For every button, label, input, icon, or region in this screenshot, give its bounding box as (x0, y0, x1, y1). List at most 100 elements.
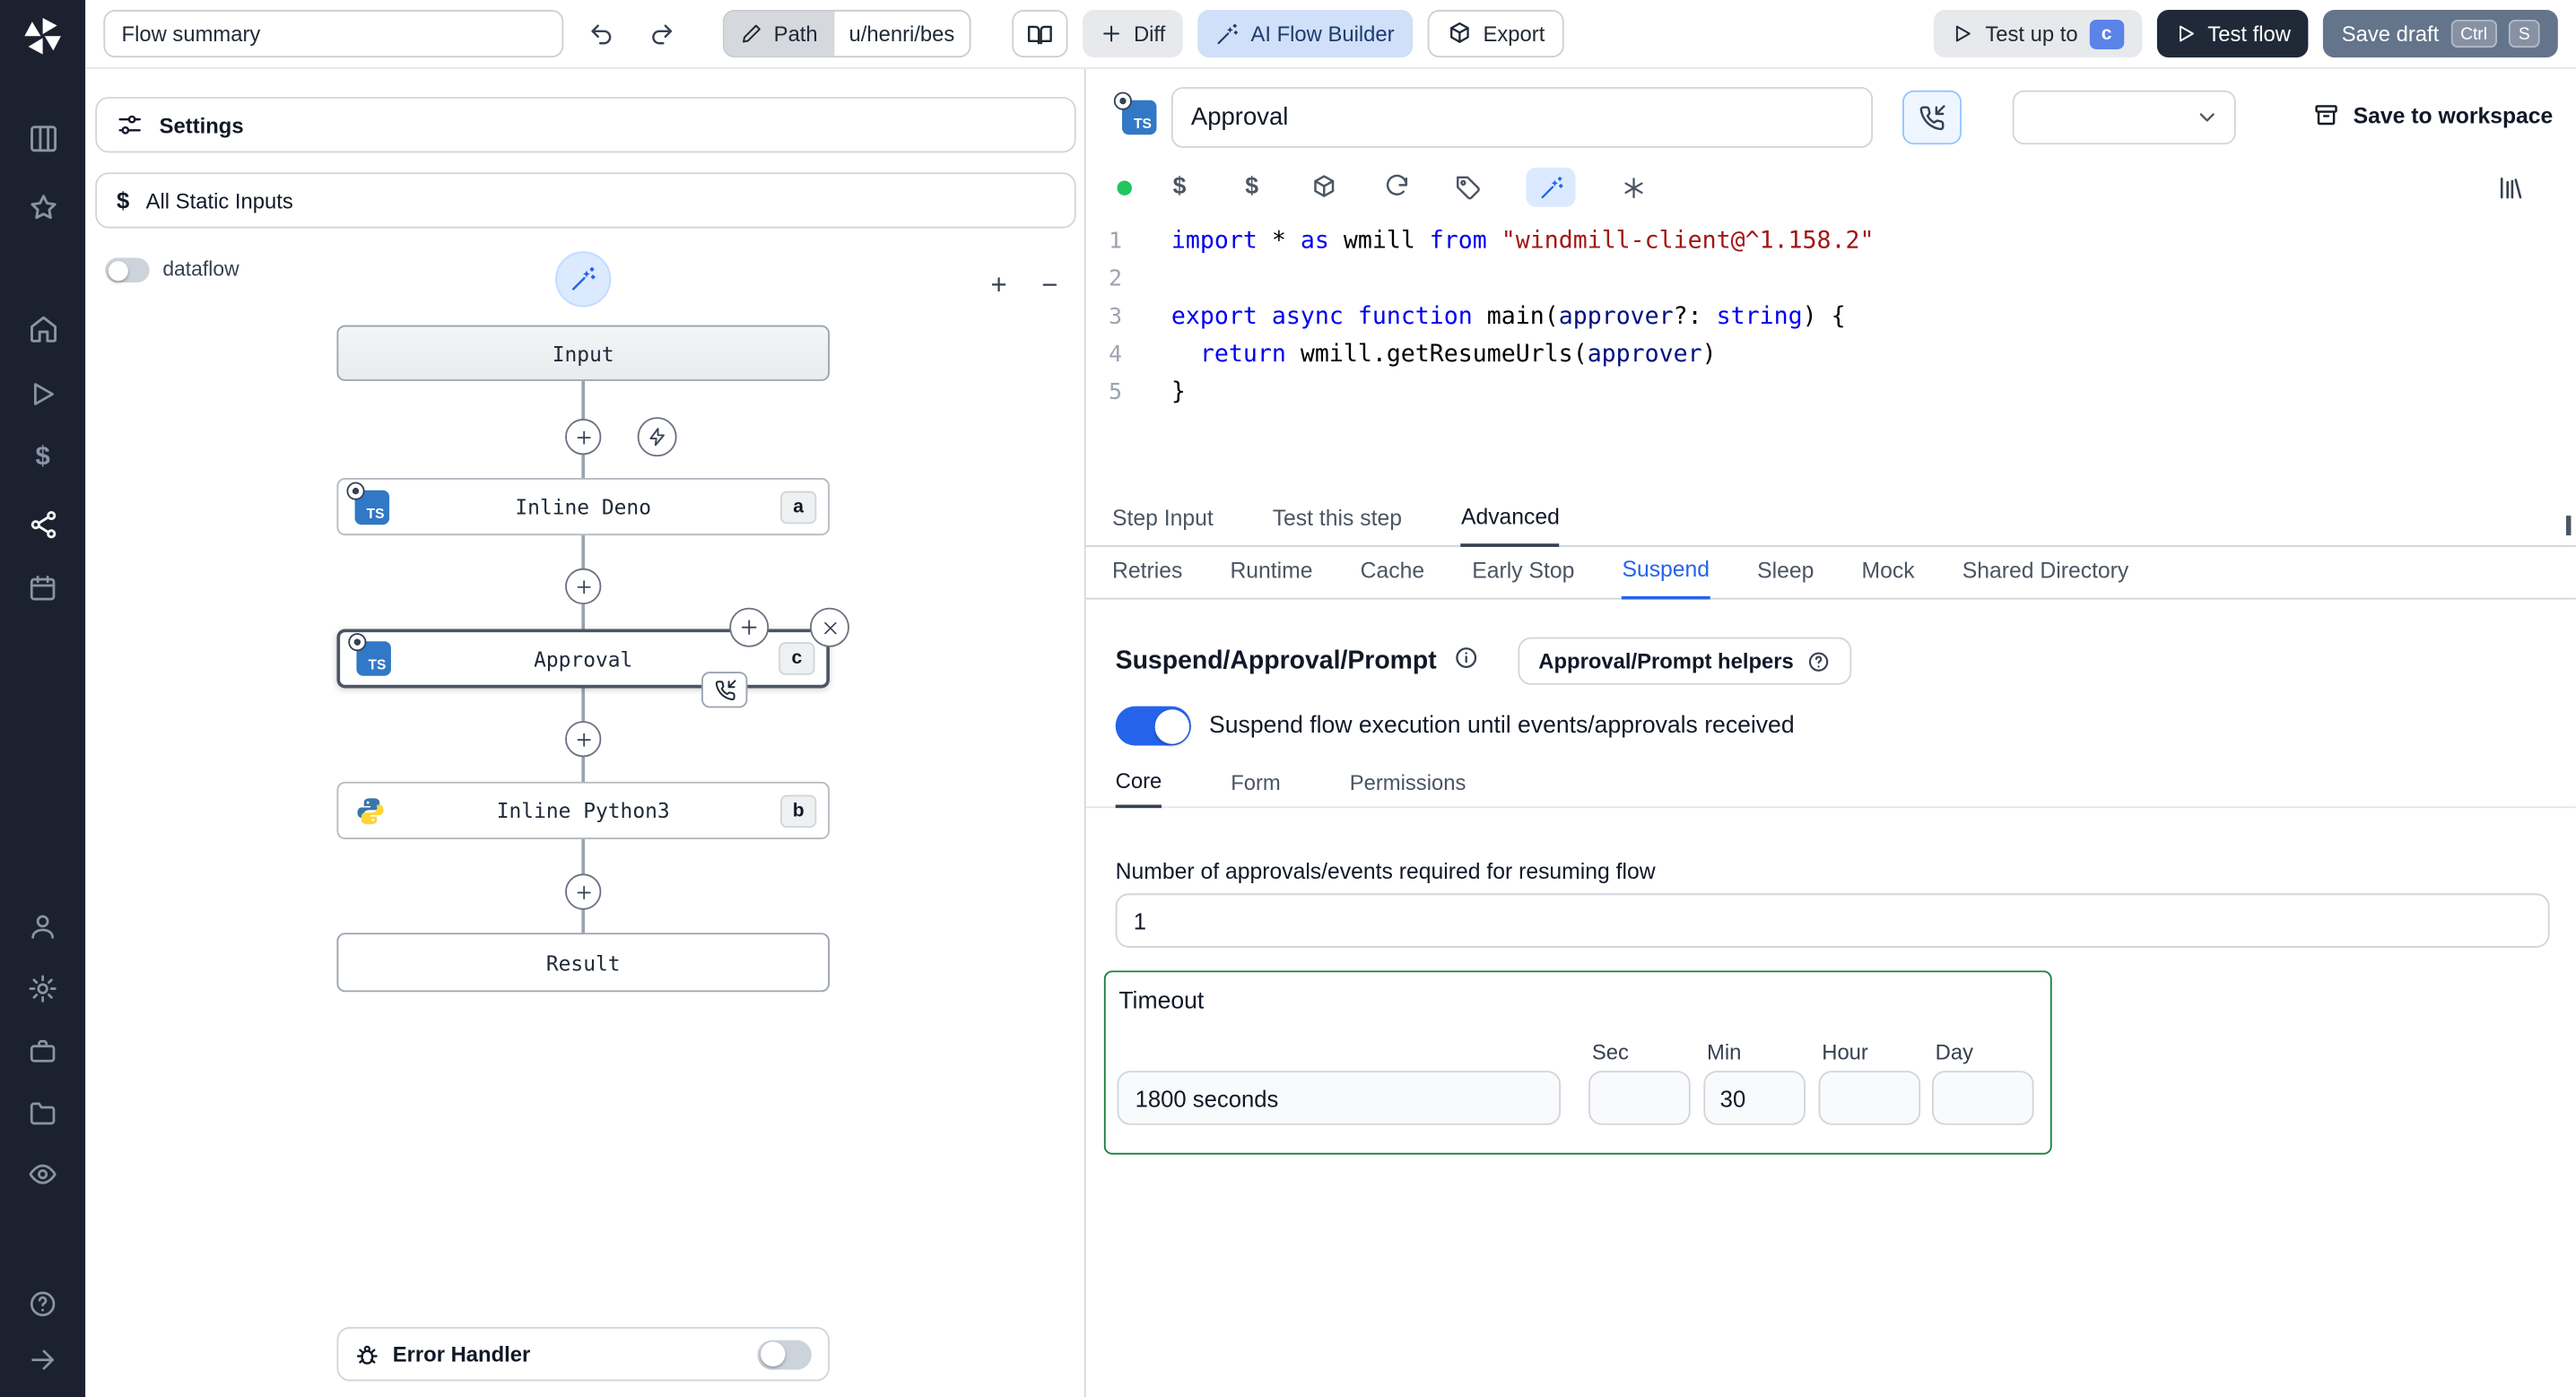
test-flow-button[interactable]: Test flow (2156, 9, 2310, 58)
flows-graph-icon[interactable] (23, 504, 63, 543)
resource-picker-icon[interactable]: $ (1237, 172, 1266, 202)
user-icon[interactable] (23, 907, 63, 946)
s-kbd-badge: S (2508, 19, 2540, 48)
info-icon[interactable] (1453, 645, 1477, 678)
ai-assistant-wand-button[interactable] (1526, 167, 1576, 207)
path-button[interactable]: Path u/henri/bes (722, 9, 971, 58)
step-editor-panel: TS Save to workspace $ $ 12345 import * … (1085, 68, 2576, 1397)
windmill-logo[interactable] (20, 13, 65, 59)
timeout-sec-input[interactable] (1588, 1071, 1691, 1125)
windmill-flow-editor: $ Path u/henri/bes Diff A (0, 0, 2576, 1397)
zoom-in-button[interactable]: + (979, 266, 1019, 306)
delete-step-button[interactable] (809, 607, 849, 647)
helpers-label: Approval/Prompt helpers (1538, 648, 1794, 673)
timeout-total-input[interactable] (1117, 1071, 1562, 1125)
board-columns-icon[interactable] (23, 118, 63, 158)
approvals-count-input[interactable] (1115, 893, 2550, 948)
test-up-to-step-badge: c (2089, 19, 2124, 49)
tab-mock[interactable]: Mock (1862, 559, 1915, 598)
suspend-toggle[interactable] (1115, 706, 1191, 746)
phone-incoming-icon[interactable] (701, 672, 748, 708)
schedules-calendar-icon[interactable] (23, 568, 63, 608)
test-up-to-button[interactable]: Test up to c (1934, 9, 2143, 58)
tab-retries[interactable]: Retries (1112, 559, 1182, 598)
flow-settings-button[interactable]: Settings (95, 97, 1076, 153)
variable-picker-icon[interactable]: $ (1165, 172, 1195, 202)
help-circle-icon[interactable] (23, 1284, 63, 1323)
all-static-inputs-button[interactable]: $ All Static Inputs (95, 172, 1076, 229)
ai-flow-builder-button[interactable]: AI Flow Builder (1197, 9, 1413, 58)
add-step-button[interactable] (565, 721, 602, 758)
save-draft-button[interactable]: Save draft Ctrl S (2323, 9, 2558, 58)
runs-play-icon[interactable] (23, 375, 63, 414)
timeout-min-input[interactable] (1703, 1071, 1806, 1125)
error-handler-bar[interactable]: Error Handler (336, 1326, 830, 1382)
tab-cache[interactable]: Cache (1361, 559, 1424, 598)
briefcase-icon[interactable] (23, 1031, 63, 1071)
export-button[interactable]: Export (1427, 9, 1565, 58)
book-open-icon (1027, 21, 1053, 47)
tab-step-input[interactable]: Step Input (1112, 506, 1214, 545)
tag-icon[interactable] (1454, 172, 1484, 202)
tab-permissions[interactable]: Permissions (1350, 770, 1466, 806)
advanced-tabs: Retries Runtime Cache Early Stop Suspend… (1085, 547, 2576, 600)
timeout-min-label: Min (1707, 1039, 1742, 1064)
flow-summary-input[interactable] (103, 9, 564, 58)
package-icon[interactable] (1310, 172, 1339, 202)
tab-advanced[interactable]: Advanced (1460, 504, 1560, 547)
step-options-select[interactable] (2012, 90, 2236, 145)
home-icon[interactable] (23, 308, 63, 348)
gear-icon[interactable] (23, 969, 63, 1009)
docs-book-button[interactable] (1012, 9, 1068, 58)
approval-phone-button[interactable] (1902, 90, 1962, 145)
save-to-workspace-button[interactable]: Save to workspace (2314, 102, 2553, 128)
eye-icon[interactable] (23, 1155, 63, 1194)
add-step-button[interactable] (565, 419, 602, 456)
test-up-to-label: Test up to (1985, 21, 2078, 47)
undo-button[interactable] (579, 11, 624, 56)
wand-icon (1216, 22, 1240, 46)
approval-prompt-helpers-button[interactable]: Approval/Prompt helpers (1517, 637, 1851, 685)
tab-runtime[interactable]: Runtime (1230, 559, 1312, 598)
tab-early-stop[interactable]: Early Stop (1472, 559, 1574, 598)
zoom-out-button[interactable]: − (1030, 266, 1069, 306)
timeout-day-input[interactable] (1931, 1071, 2034, 1125)
collapse-arrow-icon[interactable] (23, 1341, 63, 1380)
add-step-button[interactable] (565, 873, 602, 910)
redo-button[interactable] (639, 11, 684, 56)
suspend-toggle-row: Suspend flow execution until events/appr… (1115, 706, 1795, 746)
tab-test-this-step[interactable]: Test this step (1273, 506, 1402, 545)
flow-node-inline-python3[interactable]: Inline Python3 b (336, 781, 830, 839)
export-label: Export (1483, 21, 1545, 47)
add-trigger-zap-button[interactable] (637, 417, 677, 457)
folder-icon[interactable] (23, 1094, 63, 1133)
tab-sleep[interactable]: Sleep (1757, 559, 1814, 598)
flow-node-result[interactable]: Result (336, 933, 830, 993)
flow-graph-panel: Settings $ All Static Inputs dataflow + … (85, 68, 1086, 1397)
dataflow-toggle[interactable] (105, 257, 150, 283)
sliders-icon (117, 112, 143, 138)
step-name-input[interactable] (1171, 87, 1874, 148)
diff-button[interactable]: Diff (1083, 9, 1184, 58)
tab-suspend[interactable]: Suspend (1622, 557, 1710, 600)
question-circle-icon (1806, 649, 1830, 672)
format-asterisk-icon[interactable] (1618, 172, 1648, 202)
archive-box-icon (2314, 102, 2340, 128)
variables-dollar-icon[interactable]: $ (23, 438, 63, 478)
move-step-button[interactable] (729, 607, 770, 647)
reset-refresh-icon[interactable] (1381, 172, 1411, 202)
star-icon[interactable] (23, 187, 63, 227)
code-editor[interactable]: 12345 import * as wmill from "windmill-c… (1085, 213, 2576, 536)
flow-node-input[interactable]: Input (336, 325, 830, 381)
ai-graph-wand-button[interactable] (555, 251, 612, 308)
error-handler-toggle[interactable] (757, 1339, 812, 1369)
tab-form[interactable]: Form (1231, 770, 1281, 806)
flow-node-inline-deno[interactable]: TS Inline Deno a (336, 477, 830, 536)
play-icon (2175, 23, 2197, 45)
timeout-label: Timeout (1118, 988, 1205, 1015)
library-icon[interactable] (2495, 172, 2525, 202)
tab-core[interactable]: Core (1115, 768, 1162, 809)
add-step-button[interactable] (565, 568, 602, 605)
tab-shared-directory[interactable]: Shared Directory (1962, 559, 2129, 598)
timeout-hour-input[interactable] (1818, 1071, 1921, 1125)
